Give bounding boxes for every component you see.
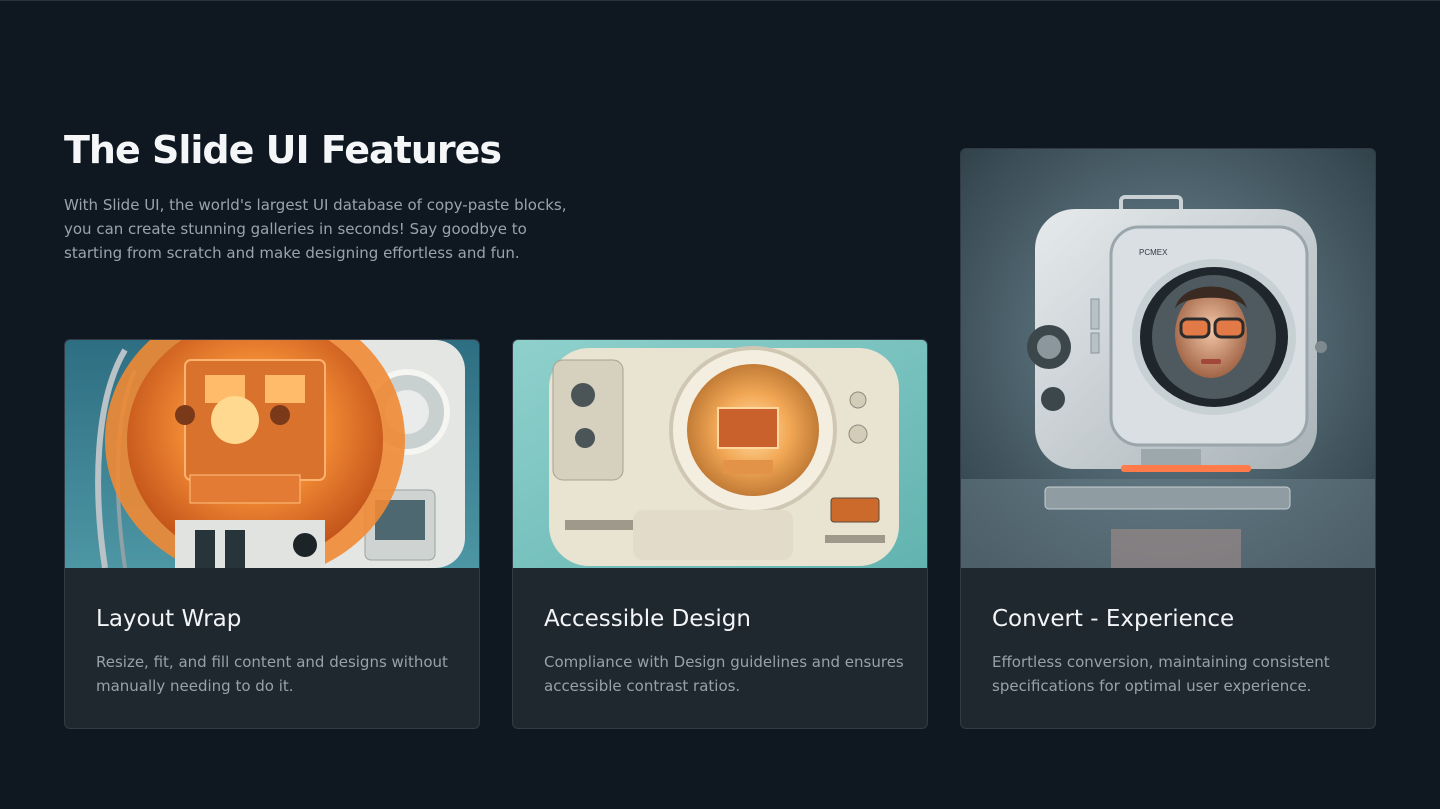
- feature-image-cream-machine: [513, 340, 927, 568]
- card-description: Effortless conversion, maintaining consi…: [992, 653, 1330, 695]
- feature-image-orange-machine: [65, 340, 479, 568]
- feature-image-tv-robot: PCMEX: [961, 149, 1375, 568]
- page-title: The Slide UI Features: [64, 128, 502, 172]
- card-title: Convert - Experience: [992, 606, 1235, 632]
- card-description: Resize, fit, and fill content and design…: [96, 653, 448, 695]
- card-title: Layout Wrap: [96, 606, 242, 632]
- device-brand-label: PCMEX: [1139, 248, 1168, 257]
- feature-card-layout-wrap[interactable]: Layout Wrap Resize, fit, and fill conten…: [64, 339, 480, 729]
- page-description: With Slide UI, the world's largest UI da…: [64, 196, 567, 262]
- top-divider: [0, 0, 1440, 1]
- card-description: Compliance with Design guidelines and en…: [544, 653, 904, 695]
- feature-card-accessible-design[interactable]: Accessible Design Compliance with Design…: [512, 339, 928, 729]
- card-title: Accessible Design: [544, 606, 751, 632]
- feature-card-convert-experience[interactable]: PCMEX Convert - Experience Effortless co…: [960, 148, 1376, 729]
